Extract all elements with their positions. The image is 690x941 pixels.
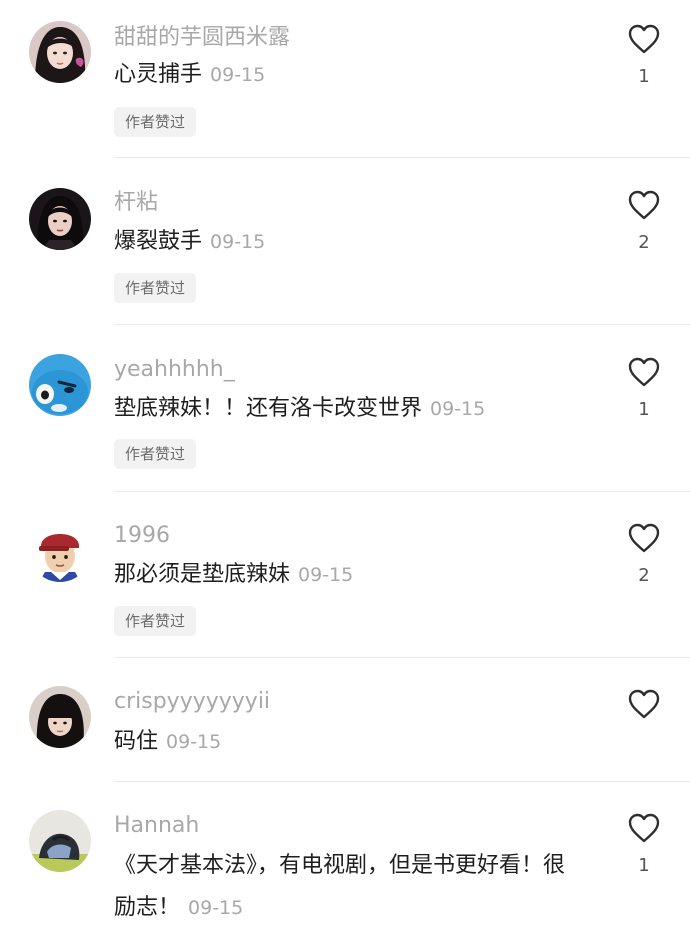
avatar[interactable] [29,686,91,748]
comment-time: 09-15 [430,398,486,420]
heart-outline-icon[interactable] [628,357,660,387]
like-button[interactable]: 1 [624,813,664,877]
comment-item: Hannah 《天才基本法》，有电视剧，但是书更好看！很励志！ 09-15 1 [0,782,690,941]
comment-item: yeahhhhh_ 垫底辣妹！！还有洛卡改变世界 09-15 作者赞过 1 [0,325,690,492]
comment-time: 09-15 [166,731,222,753]
author-liked-badge: 作者赞过 [114,439,197,469]
username[interactable]: 杆粘 [114,189,158,217]
like-button[interactable]: 2 [624,523,664,587]
comment-text: 爆裂鼓手 09-15 [114,223,594,261]
like-button[interactable]: 2 [624,190,664,254]
username[interactable]: 甜甜的芋圆西米露 [114,24,290,52]
comment-time: 09-15 [298,564,354,586]
heart-outline-icon[interactable] [628,813,660,843]
comment-body: 《天才基本法》，有电视剧，但是书更好看！很励志！ [114,853,566,920]
comment-body: 垫底辣妹！！还有洛卡改变世界 [114,396,423,421]
comment-item: 甜甜的芋圆西米露 心灵捕手 09-15 作者赞过 1 [0,0,690,158]
comment-body: 爆裂鼓手 [114,229,203,254]
avatar[interactable] [29,810,91,872]
comment-body: 码住 [114,729,159,754]
comment-body: 心灵捕手 [114,62,203,87]
username[interactable]: 1996 [114,522,170,550]
like-count: 2 [638,565,650,586]
like-button[interactable]: 1 [624,24,664,88]
comment-text: 心灵捕手 09-15 [114,56,594,94]
avatar[interactable] [29,520,91,582]
avatar[interactable] [29,354,91,416]
heart-outline-icon[interactable] [628,24,660,54]
comment-text: 那必须是垫底辣妹 09-15 [114,556,594,594]
heart-outline-icon[interactable] [628,523,660,553]
like-count: 1 [638,399,650,420]
comment-text: 《天才基本法》，有电视剧，但是书更好看！很励志！ 09-15 [114,845,584,929]
comment-text: 垫底辣妹！！还有洛卡改变世界 09-15 [114,390,594,428]
avatar[interactable] [29,21,91,83]
author-liked-badge: 作者赞过 [114,606,197,636]
comment-item: crispyyyyyyyii 码住 09-15 [0,658,690,782]
like-button[interactable] [624,689,664,731]
avatar[interactable] [29,188,91,250]
author-liked-badge: 作者赞过 [114,107,197,137]
username[interactable]: Hannah [114,812,199,840]
comment-time: 09-15 [210,231,266,253]
username[interactable]: crispyyyyyyyii [114,688,270,716]
like-count: 1 [638,66,650,87]
username[interactable]: yeahhhhh_ [114,356,235,384]
heart-outline-icon[interactable] [628,689,660,719]
comment-item: 杆粘 爆裂鼓手 09-15 作者赞过 2 [0,158,690,325]
like-count: 1 [638,855,650,876]
comment-time: 09-15 [188,897,244,919]
comment-body: 那必须是垫底辣妹 [114,562,291,587]
like-button[interactable]: 1 [624,357,664,421]
comment-item: 1996 那必须是垫底辣妹 09-15 作者赞过 2 [0,492,690,658]
author-liked-badge: 作者赞过 [114,273,197,303]
comment-text: 码住 09-15 [114,723,594,761]
heart-outline-icon[interactable] [628,190,660,220]
comment-time: 09-15 [210,64,266,86]
like-count: 2 [638,232,650,253]
